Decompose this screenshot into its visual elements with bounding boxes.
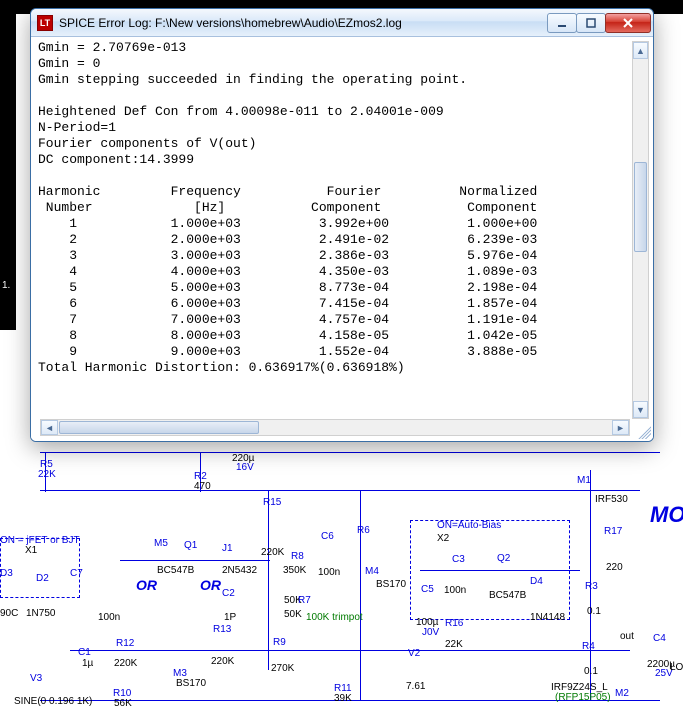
app-icon: LT: [37, 15, 53, 31]
schematic-label: R17: [604, 526, 622, 537]
schematic-label: C7: [70, 568, 83, 579]
schematic-label: 100K trimpot: [306, 612, 363, 623]
schematic-label: 22K: [38, 469, 56, 480]
schematic-label: R4: [582, 641, 595, 652]
schematic-label: 22K: [445, 639, 463, 650]
schematic-label: 56K: [114, 698, 132, 706]
schematic-label: 7.61: [406, 681, 425, 692]
titlebar[interactable]: LT SPICE Error Log: F:\New versions\home…: [31, 9, 653, 37]
schematic-label: C4: [653, 633, 666, 644]
schematic-label: 39K: [334, 693, 352, 704]
schematic-label: 350K: [283, 565, 306, 576]
schematic-label: X1: [25, 545, 37, 556]
schematic-label: 470: [194, 481, 211, 492]
scroll-right-arrow-icon[interactable]: ►: [612, 420, 629, 435]
schematic-label: D4: [530, 576, 543, 587]
schematic-label: R15: [263, 497, 281, 508]
schematic-label: C1: [78, 647, 91, 658]
schematic-label: 220K: [211, 656, 234, 667]
schematic-label: ON=Auto-Bias: [437, 520, 501, 531]
schematic-label: 1P: [224, 612, 236, 623]
schematic-label: M5: [154, 538, 168, 549]
schematic-label: R13: [213, 624, 231, 635]
schematic-label: LOA: [670, 662, 683, 673]
schematic-label: 16V: [236, 462, 254, 473]
schematic-label: 2N5432: [222, 565, 257, 576]
maximize-button[interactable]: [576, 13, 606, 33]
schematic-label: R12: [116, 638, 134, 649]
schematic-label: 90C: [0, 608, 18, 619]
spice-error-log-window: LT SPICE Error Log: F:\New versions\home…: [30, 8, 654, 442]
schematic-title-fragment: MO: [650, 502, 683, 528]
schematic-label: 1N4148: [530, 612, 565, 623]
axis-tick-label: 1.: [2, 280, 10, 291]
schematic-label: out: [620, 631, 634, 642]
schematic-label: 1µ: [82, 658, 93, 669]
schematic-label: BC547B: [157, 565, 194, 576]
window-title: SPICE Error Log: F:\New versions\homebre…: [59, 16, 548, 30]
schematic-label: R16: [445, 618, 463, 629]
schematic-label: C6: [321, 531, 334, 542]
schematic-label: R8: [291, 551, 304, 562]
vertical-scrollbar[interactable]: ▲ ▼: [632, 41, 649, 419]
schematic-label: X2: [437, 533, 449, 544]
hscroll-thumb[interactable]: [59, 421, 259, 434]
schematic-label: J1: [222, 543, 233, 554]
schematic-label: 100n: [98, 612, 120, 623]
schematic-label: OR: [200, 577, 221, 593]
schematic-label: (RFP15P05): [555, 692, 611, 703]
schematic-label: R9: [273, 637, 286, 648]
schematic-label: C2: [222, 588, 235, 599]
vscroll-thumb[interactable]: [634, 162, 647, 252]
schematic-label: C5: [421, 584, 434, 595]
horizontal-scrollbar[interactable]: ◄ ►: [40, 419, 630, 436]
schematic-label: R7: [298, 595, 311, 606]
scroll-down-arrow-icon[interactable]: ▼: [633, 401, 648, 418]
schematic-label: D2: [36, 573, 49, 584]
schematic-label: 0.1: [587, 606, 601, 617]
schematic-label: D3: [0, 568, 13, 579]
schematic-label: 0.1: [584, 666, 598, 677]
schematic-label: Q2: [497, 553, 510, 564]
schematic-label: BS170: [376, 579, 406, 590]
schematic-label: 220: [606, 562, 623, 573]
schematic-label: 100n: [318, 567, 340, 578]
schematic-label: R3: [585, 581, 598, 592]
scroll-left-arrow-icon[interactable]: ◄: [41, 420, 58, 435]
scroll-up-arrow-icon[interactable]: ▲: [633, 42, 648, 59]
resize-grip-icon[interactable]: [635, 423, 651, 439]
schematic-label: IRF530: [595, 494, 628, 505]
schematic-label: 50K: [284, 609, 302, 620]
schematic-label: M1: [577, 475, 591, 486]
minimize-button[interactable]: [547, 13, 577, 33]
schematic-label: J0V: [422, 627, 439, 638]
schematic-label: V3: [30, 673, 42, 684]
schematic-label: 100n: [444, 585, 466, 596]
schematic-label: 270K: [271, 663, 294, 674]
schematic-label: V2: [408, 648, 420, 659]
schematic-label: 220K: [261, 547, 284, 558]
schematic-label: R6: [357, 525, 370, 536]
schematic-label: SINE(0 0.196 1K): [14, 696, 92, 706]
schematic-label: Q1: [184, 540, 197, 551]
schematic-label: M4: [365, 566, 379, 577]
schematic-label: BS170: [176, 678, 206, 689]
schematic-label: OR: [136, 577, 157, 593]
log-text[interactable]: Gmin = 2.70769e-013 Gmin = 0 Gmin steppi…: [38, 40, 650, 417]
schematic-label: 1N750: [26, 608, 55, 619]
schematic-label: M2: [615, 688, 629, 699]
schematic-label: 220K: [114, 658, 137, 669]
schematic-label: ON = jFET or BJT: [0, 535, 80, 546]
schematic-label: BC547B: [489, 590, 526, 601]
close-button[interactable]: [605, 13, 651, 33]
schematic-label: C3: [452, 554, 465, 565]
